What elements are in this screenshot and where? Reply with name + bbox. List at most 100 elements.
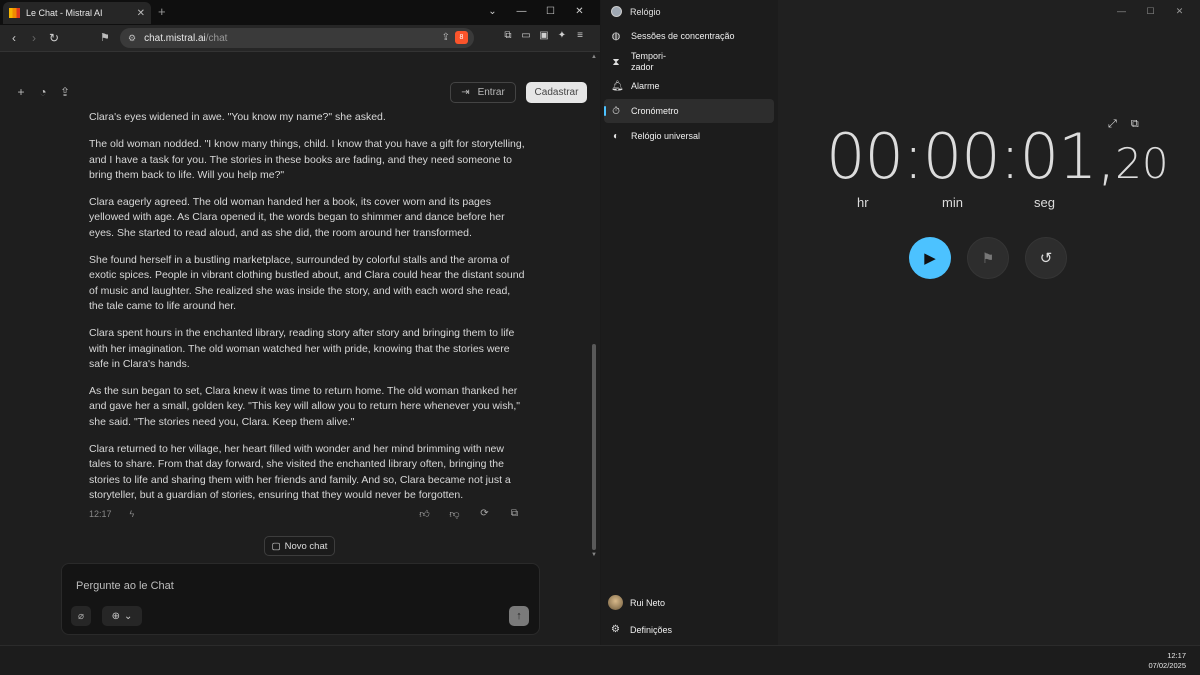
browser-window-controls: ⌄ — ☐ ✕ — [478, 3, 594, 21]
tab-search-icon[interactable]: ⌄ — [478, 3, 507, 21]
extensions-icon[interactable]: ⧉ — [502, 30, 514, 41]
url-path: /chat — [205, 32, 228, 44]
clock-app-icon — [611, 6, 622, 17]
close-window-icon[interactable]: ✕ — [1165, 2, 1194, 20]
bell-icon: 🔔︎ — [611, 80, 624, 92]
new-chat-label: Novo chat — [284, 540, 328, 552]
stopwatch-main: 00:00:01, — [826, 120, 1116, 193]
back-icon[interactable]: ‹ — [4, 31, 24, 45]
unit-seconds: seg — [1034, 195, 1055, 210]
hourglass-icon: ⧗ — [612, 56, 620, 68]
reset-icon: ↺ — [1039, 250, 1053, 267]
login-button[interactable]: ⇥ Entrar — [450, 82, 516, 103]
nav-label: Tempori- zador — [631, 51, 666, 73]
chat-bubble-icon: ▢ — [271, 540, 281, 552]
reset-button[interactable]: ↺ — [1025, 237, 1067, 279]
send-button[interactable]: ↑ — [509, 606, 529, 626]
user-account[interactable]: Rui Neto — [608, 595, 665, 610]
close-window-icon[interactable]: ✕ — [565, 3, 594, 21]
bookmark-icon[interactable]: ⚑ — [100, 31, 110, 44]
reload-icon[interactable]: ↻ — [44, 31, 64, 45]
message-paragraph: Clara eagerly agreed. The old woman hand… — [89, 196, 505, 239]
app-title: Relógio — [630, 6, 661, 17]
message-actions: 👍︎ 👎︎ ⟳ ⧉ — [419, 508, 520, 520]
url-domain: chat.mistral.ai — [144, 32, 206, 44]
nav-label-line2: zador — [631, 62, 654, 72]
system-clock[interactable]: 12:17 07/02/2025 — [1148, 651, 1186, 671]
start-button[interactable]: ▶ — [909, 237, 951, 279]
stopwatch-icon: ⏱︎ — [612, 105, 620, 117]
chat-composer: ⌀ ⊕ ⌄ ↑ — [61, 563, 540, 635]
arrow-up-icon: ↑ — [516, 610, 522, 622]
nav-world-clock[interactable]: ◐ Relógio universal — [604, 129, 774, 143]
globe-icon: ⊕ — [111, 610, 120, 622]
nav-label: Cronómetro — [631, 106, 679, 116]
leo-ai-icon[interactable]: ✦ — [556, 30, 568, 41]
thumbs-up-icon[interactable]: 👍︎ — [419, 508, 430, 520]
share-icon[interactable]: ⇪ — [442, 32, 450, 43]
nav-alarm[interactable]: 🔔︎ Alarme — [604, 79, 774, 93]
brave-shields-icon[interactable]: 8 — [455, 31, 468, 44]
nav-focus-sessions[interactable]: ◍ Sessões de concentração — [604, 29, 774, 43]
thumbs-down-icon[interactable]: 👎︎ — [449, 508, 460, 520]
history-icon[interactable]: ◔ — [36, 85, 50, 99]
taskbar: 12:17 07/02/2025 — [0, 645, 1200, 675]
address-bar[interactable]: ⚙ chat.mistral.ai/chat ⇪ 8 — [120, 28, 474, 48]
new-chat-plus-icon[interactable]: + — [14, 85, 28, 99]
unit-hours: hr — [857, 195, 869, 210]
chat-tools: + ◔ ⇪ — [14, 85, 72, 99]
mistral-logo-icon — [9, 8, 20, 18]
settings-label: Definições — [629, 624, 672, 635]
maximize-icon[interactable]: ☐ — [536, 3, 565, 21]
stopwatch-display: 00:00:01,20 — [826, 120, 1169, 193]
lap-button[interactable]: ⚑ — [967, 237, 1009, 279]
nav-timer[interactable]: ⧗ Tempori- zador — [604, 50, 774, 74]
wallet-icon[interactable]: ▣ — [538, 30, 550, 41]
new-chat-button[interactable]: ▢ Novo chat — [264, 536, 335, 556]
nav-stopwatch[interactable]: ⏱︎ Cronómetro — [604, 99, 774, 123]
forward-icon[interactable]: › — [24, 31, 44, 45]
login-label: Entrar — [477, 87, 505, 98]
message-paragraph: As the sun began to set, Clara knew it w… — [89, 385, 520, 428]
regenerate-icon[interactable]: ⟳ — [479, 508, 490, 520]
flag-icon: ⚑ — [981, 249, 995, 266]
tray-time: 12:17 — [1167, 651, 1186, 660]
signup-button[interactable]: Cadastrar — [526, 82, 587, 103]
clock-sidebar: Relógio ◍ Sessões de concentração ⧗ Temp… — [601, 0, 778, 645]
attach-button[interactable]: ⌀ — [71, 606, 91, 626]
share-chat-icon[interactable]: ⇪ — [58, 85, 72, 99]
browser-window: Le Chat - Mistral AI ✕ + ⌄ — ☐ ✕ ‹ › ↻ ⚑… — [0, 0, 600, 645]
site-settings-icon[interactable]: ⚙ — [128, 33, 136, 44]
scroll-down-icon[interactable]: ▼ — [591, 552, 597, 558]
web-search-toggle[interactable]: ⊕ ⌄ — [102, 606, 142, 626]
copy-icon[interactable]: ⧉ — [509, 508, 520, 520]
close-tab-icon[interactable]: ✕ — [137, 8, 145, 19]
message-time: 12:17 — [89, 509, 112, 519]
settings-item[interactable]: ⚙ Definições — [611, 624, 672, 635]
menu-icon[interactable]: ≡ — [574, 30, 586, 41]
chat-page: + ◔ ⇪ ⇥ Entrar Cadastrar Clara's eyes wi… — [0, 51, 600, 645]
chevron-down-icon: ⌄ — [124, 610, 133, 622]
browser-tab[interactable]: Le Chat - Mistral AI ✕ — [3, 2, 151, 24]
message-paragraph: Clara spent hours in the enchanted libra… — [89, 327, 515, 370]
minimize-icon[interactable]: — — [507, 3, 536, 21]
minimize-icon[interactable]: — — [1107, 2, 1136, 20]
chat-input[interactable] — [76, 580, 476, 592]
tab-title: Le Chat - Mistral AI — [26, 8, 103, 18]
nav-label: Sessões de concentração — [631, 31, 735, 41]
tray-date: 07/02/2025 — [1148, 661, 1186, 670]
globe-clock-icon: ◐ — [612, 130, 620, 142]
url-text: chat.mistral.ai/chat — [144, 33, 227, 44]
focus-icon: ◍ — [611, 30, 621, 42]
toolbar-icons: ⧉ ▭ ▣ ✦ ≡ — [502, 30, 586, 41]
nav-label: Alarme — [631, 81, 660, 91]
scroll-up-icon[interactable]: ▲ — [591, 54, 597, 60]
maximize-icon[interactable]: ☐ — [1136, 2, 1165, 20]
message-paragraph: She found herself in a bustling marketpl… — [89, 254, 525, 312]
new-tab-icon[interactable]: + — [158, 4, 166, 19]
assistant-message: Clara's eyes widened in awe. "You know m… — [89, 110, 525, 515]
scroll-thumb[interactable] — [592, 344, 596, 550]
scrollbar[interactable]: ▲ ▼ — [591, 52, 597, 558]
message-paragraph: Clara returned to her village, her heart… — [89, 443, 511, 501]
sidebar-icon[interactable]: ▭ — [520, 30, 532, 41]
